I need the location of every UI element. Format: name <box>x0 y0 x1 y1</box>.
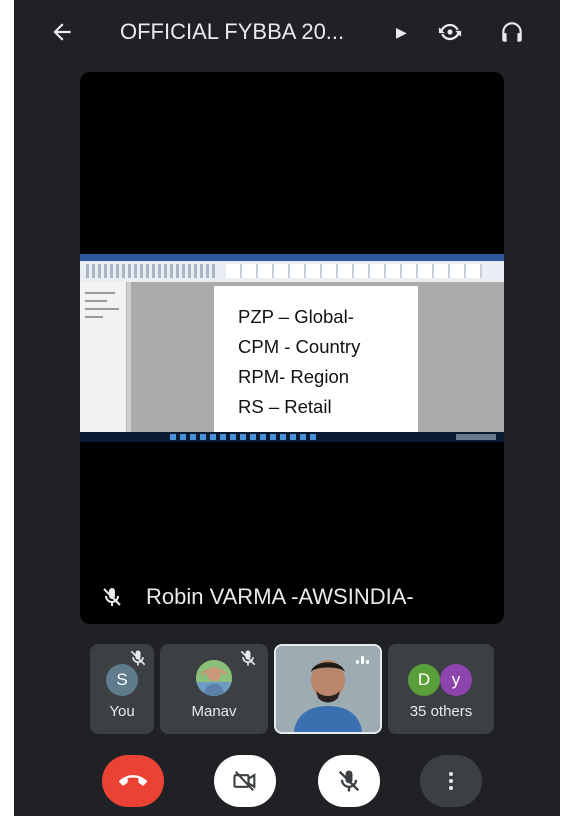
participant-tile-you[interactable]: S You <box>90 644 154 734</box>
end-call-button[interactable] <box>102 755 164 807</box>
vertical-ruler <box>127 282 131 432</box>
document-line: PZP – Global- <box>238 306 354 327</box>
participant-tile-manav[interactable]: Manav <box>160 644 268 734</box>
meeting-title[interactable]: OFFICIAL FYBBA 20... <box>120 16 344 48</box>
headphones-icon[interactable] <box>496 16 528 48</box>
mic-off-icon <box>238 648 258 668</box>
audio-level-icon <box>356 654 370 664</box>
meet-call-screen: OFFICIAL FYBBA 20... ▶ PZP – Global- CPM… <box>14 0 560 816</box>
presenter-video-tile[interactable]: PZP – Global- CPM - Country RPM- Region … <box>80 72 504 624</box>
word-ribbon <box>80 254 504 283</box>
participant-name: You <box>109 703 135 720</box>
call-header: OFFICIAL FYBBA 20... ▶ <box>14 0 560 64</box>
document-line: RPM- Region <box>238 366 350 387</box>
participant-name: Manav <box>191 703 237 720</box>
windows-taskbar <box>80 432 504 442</box>
camera-toggle-button[interactable] <box>214 755 276 807</box>
avatar: y <box>440 664 472 696</box>
avatar: S <box>106 664 138 696</box>
mic-toggle-button[interactable] <box>318 755 380 807</box>
dropdown-arrow-icon[interactable]: ▶ <box>396 16 407 48</box>
document-line: CPM - Country <box>238 336 361 357</box>
mic-off-icon <box>100 585 124 609</box>
mic-off-icon <box>128 648 148 668</box>
participant-tile-others[interactable]: D y 35 others <box>388 644 494 734</box>
document-line: RS – Retail <box>238 396 332 417</box>
switch-camera-icon[interactable] <box>434 16 466 48</box>
participant-name: 35 others <box>409 703 473 720</box>
back-arrow-icon[interactable] <box>46 16 78 48</box>
avatar <box>196 660 232 696</box>
more-options-button[interactable] <box>420 755 482 807</box>
phone-hangup-icon <box>119 775 147 786</box>
more-vertical-icon <box>449 772 453 790</box>
presenter-name: Robin VARMA -AWSINDIA- <box>146 584 414 609</box>
camera-off-icon <box>233 770 256 792</box>
mic-off-icon <box>338 770 360 792</box>
shared-screen: PZP – Global- CPM - Country RPM- Region … <box>80 254 504 442</box>
document-page: PZP – Global- CPM - Country RPM- Region … <box>214 286 418 432</box>
navigation-pane <box>80 282 127 432</box>
avatar: D <box>408 664 440 696</box>
participant-video-tile[interactable] <box>274 644 382 734</box>
